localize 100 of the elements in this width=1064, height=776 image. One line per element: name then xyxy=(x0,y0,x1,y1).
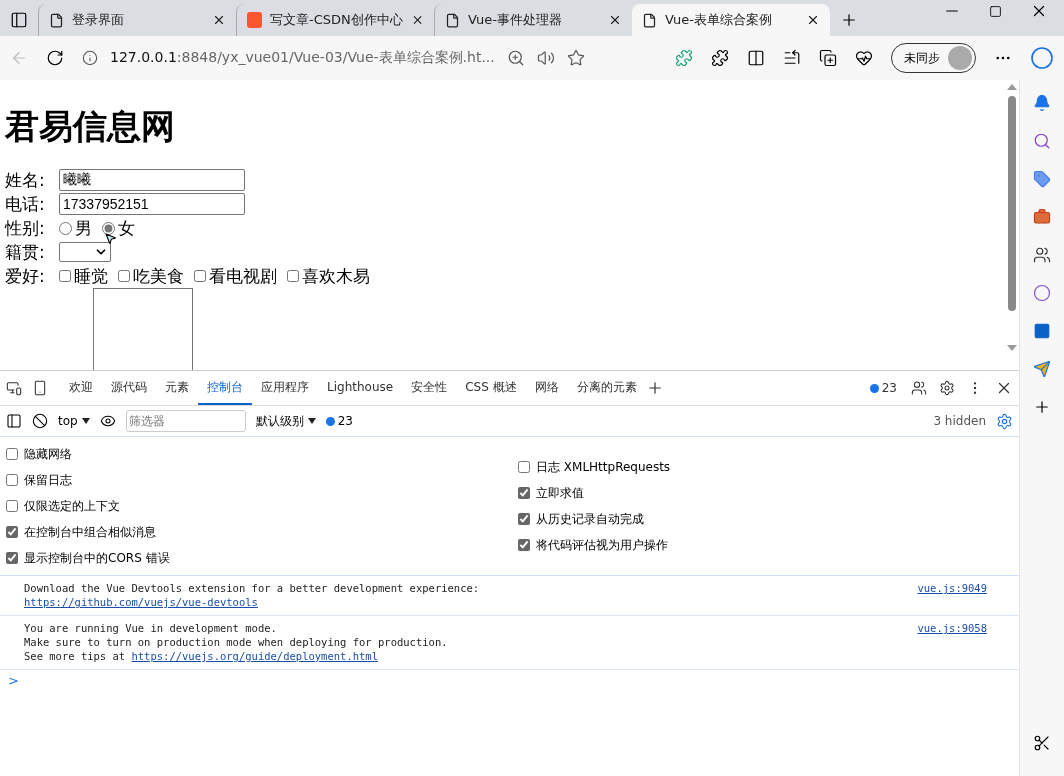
radio-button[interactable] xyxy=(102,221,115,235)
split-screen-icon[interactable] xyxy=(747,49,765,67)
console-prompt[interactable]: > xyxy=(0,669,27,692)
eye-icon[interactable] xyxy=(99,413,116,429)
checkbox[interactable] xyxy=(6,526,18,538)
setting-label: 隐藏网络 xyxy=(24,445,72,463)
tab-title: 登录界面 xyxy=(72,11,125,29)
checkbox[interactable] xyxy=(518,461,530,473)
console-message: You are running Vue in development mode. xyxy=(24,622,277,634)
checkbox[interactable] xyxy=(6,448,18,460)
devtools-tab[interactable]: 应用程序 xyxy=(252,371,318,405)
send-icon[interactable] xyxy=(1033,360,1051,378)
checkbox[interactable] xyxy=(518,487,530,499)
checkbox[interactable] xyxy=(59,270,71,282)
browser-tab[interactable]: Vue-表单综合案例 xyxy=(632,4,830,36)
close-icon[interactable] xyxy=(806,13,820,27)
input-field[interactable]: 曦曦 xyxy=(59,169,245,191)
checkbox[interactable] xyxy=(518,513,530,525)
checkbox[interactable] xyxy=(194,270,206,282)
issues-badge[interactable]: 23 xyxy=(325,414,353,428)
console-link[interactable]: https://github.com/vuejs/vue-devtools xyxy=(24,596,258,608)
filter-field[interactable]: 筛选器 xyxy=(125,410,246,432)
radio-button[interactable] xyxy=(59,221,72,235)
setting-label: 显示控制台中的CORS 错误 xyxy=(24,549,170,567)
source-link[interactable]: vue.js:9058 xyxy=(917,621,987,663)
checkbox[interactable] xyxy=(287,270,299,282)
cursor-icon xyxy=(104,232,117,245)
devtools-tab[interactable]: 网络 xyxy=(525,371,568,405)
health-icon[interactable] xyxy=(855,49,873,67)
scroll-down-icon[interactable] xyxy=(1007,345,1017,351)
favorite-icon[interactable] xyxy=(566,49,585,67)
devtools-tab[interactable]: 欢迎 xyxy=(60,371,102,405)
source-link[interactable]: vue.js:9049 xyxy=(917,581,987,609)
setting-label: 仅限选定的上下文 xyxy=(24,497,120,515)
checkbox-label: 睡觉 xyxy=(74,264,108,288)
devtools-tab[interactable]: Lighthouse xyxy=(318,371,403,405)
console-link[interactable]: https://vuejs.org/guide/deployment.html xyxy=(131,650,378,662)
device-icon[interactable] xyxy=(32,380,48,396)
favorites-icon[interactable] xyxy=(783,49,801,67)
caret-icon[interactable] xyxy=(307,418,316,424)
console-message: Download the Vue Devtools extension for a better development experience: xyxy=(24,582,480,594)
tab-title: 写文章-CSDN创作中心 xyxy=(270,11,403,29)
maximize-icon[interactable] xyxy=(989,4,1002,18)
input-field[interactable]: 17337952151 xyxy=(59,193,245,215)
add-icon[interactable] xyxy=(1033,398,1051,416)
logo-icon xyxy=(247,12,263,28)
field-label: 籍贯: xyxy=(5,240,46,264)
reload-icon[interactable] xyxy=(46,49,64,67)
checkbox[interactable] xyxy=(518,539,530,551)
briefcase-icon[interactable] xyxy=(1033,208,1051,226)
clear-icon[interactable] xyxy=(32,413,48,429)
level-select[interactable]: 默认级别 xyxy=(255,412,304,430)
settings-icon[interactable] xyxy=(939,380,955,396)
sidebar-icon[interactable] xyxy=(6,413,22,429)
field-label: 性别: xyxy=(5,216,46,240)
checkbox-label: 吃美食 xyxy=(133,264,184,288)
avatar-icon xyxy=(948,46,972,70)
devtools-tab[interactable]: 控制台 xyxy=(198,371,252,405)
checkbox[interactable] xyxy=(6,474,18,486)
setting-label: 立即求值 xyxy=(536,484,584,502)
devtools-tab[interactable]: 元素 xyxy=(156,371,198,405)
checkbox[interactable] xyxy=(6,500,18,512)
scrollbar-thumb[interactable] xyxy=(1008,96,1016,311)
close-icon[interactable] xyxy=(608,13,622,27)
devtools-tab[interactable]: 安全性 xyxy=(402,371,457,405)
hidden-count: 3 hidden xyxy=(933,414,986,428)
select-field[interactable] xyxy=(59,242,111,262)
scroll-up-icon[interactable] xyxy=(1007,84,1017,90)
inspect-icon[interactable] xyxy=(6,380,22,396)
devtools-tab[interactable]: CSS 概述 xyxy=(456,371,526,405)
close-icon[interactable] xyxy=(212,13,226,27)
setting-label: 日志 XMLHttpRequests xyxy=(536,458,671,476)
devtools-tab[interactable]: 分离的元素 xyxy=(567,371,646,405)
checkbox[interactable] xyxy=(6,552,18,564)
context-select[interactable]: top xyxy=(58,414,78,428)
screenshot-icon[interactable] xyxy=(1033,734,1051,752)
checkbox-label: 喜欢木易 xyxy=(302,264,370,288)
devtools-tab[interactable]: 源代码 xyxy=(102,371,156,405)
caret-icon[interactable] xyxy=(81,418,90,424)
zoom-icon[interactable] xyxy=(506,49,525,67)
extension-icon[interactable] xyxy=(675,49,693,67)
checkbox-label: 看电视剧 xyxy=(209,264,277,288)
tab-title: Vue-表单综合案例 xyxy=(665,11,773,29)
collections-icon[interactable] xyxy=(819,49,837,67)
tag-icon[interactable] xyxy=(1033,170,1051,188)
bell-icon[interactable] xyxy=(1033,94,1051,112)
info-icon[interactable] xyxy=(82,50,98,66)
search-icon[interactable] xyxy=(1033,132,1051,150)
new-tab-icon[interactable] xyxy=(840,11,858,29)
console-message: Make sure to turn on production mode when deploying for production. xyxy=(24,636,448,648)
issues-badge[interactable]: 23 xyxy=(869,381,897,395)
sidebar-icon[interactable] xyxy=(10,11,28,29)
setting-label: 在控制台中组合相似消息 xyxy=(24,523,156,541)
read-aloud-icon[interactable] xyxy=(536,49,555,67)
checkbox[interactable] xyxy=(118,270,130,282)
field-label: 爱好: xyxy=(5,264,46,288)
extensions-icon[interactable] xyxy=(711,49,729,67)
address-field[interactable]: 127.0.0.1:8848/yx_vue01/Vue-03/Vue-表单综合案例.ht... xyxy=(110,49,495,67)
field-label: 姓名: xyxy=(5,168,46,192)
users-icon[interactable] xyxy=(911,380,927,396)
